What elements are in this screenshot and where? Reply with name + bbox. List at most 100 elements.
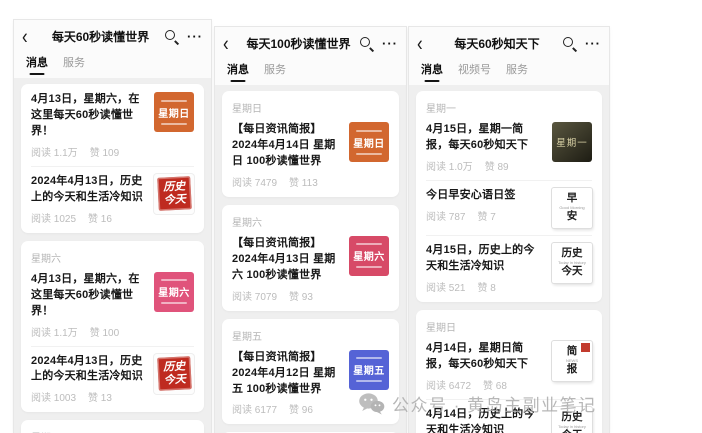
item-meta: 阅读 7479赞 113	[232, 174, 341, 189]
history-seal-thumb: 历史今天	[154, 354, 194, 394]
item-title: 2024年4月13日，历史上的今天和生活冷知识	[31, 354, 146, 386]
thumb-text-top: 历史	[562, 412, 583, 424]
more-icon[interactable]: ···	[585, 37, 601, 50]
item-meta: 阅读 6177赞 96	[232, 401, 341, 416]
list-item[interactable]: 4月14日，星期日简报，每天60秒知天下阅读 6472赞 68 简NEWS报	[426, 341, 592, 392]
like-count: 赞 13	[88, 389, 112, 404]
section-label: 星期五	[31, 429, 194, 433]
header-icons: ···	[359, 36, 398, 50]
panel-header: ‹ 每天60秒知天下 ··· 消息视频号服务	[409, 27, 609, 85]
item-title: 4月15日，历史上的今天和生活冷知识	[426, 243, 544, 275]
red-corner-badge	[581, 343, 590, 352]
like-count: 赞 16	[88, 210, 112, 225]
panel-title: 每天60秒读懂世界	[42, 28, 159, 45]
list-item[interactable]: 【每日资讯简报】2024年4月13日 星期六 100秒读懂世界阅读 7079赞 …	[232, 236, 389, 303]
item-main: 4月15日，星期一简报，每天60秒知天下阅读 1.0万赞 89	[426, 122, 544, 173]
tab-bar: 消息服务	[223, 54, 398, 85]
read-count: 阅读 1.1万	[31, 324, 78, 339]
list-item[interactable]: 4月13日，星期六，在这里每天60秒读懂世界！阅读 1.1万赞 100 星期六	[31, 272, 194, 339]
tab-messages[interactable]: 消息	[227, 61, 249, 77]
tab-messages[interactable]: 消息	[26, 54, 48, 70]
item-meta: 阅读 521赞 8	[426, 279, 544, 294]
search-icon[interactable]	[164, 29, 178, 43]
message-list: 星期一4月15日，星期一简报，每天60秒知天下阅读 1.0万赞 89 星期一今日早…	[409, 85, 609, 433]
item-title: 2024年4月13日，历史上的今天和生活冷知识	[31, 174, 146, 206]
news-brief-thumb: 简NEWS报	[552, 341, 592, 381]
list-item[interactable]: 4月15日，历史上的今天和生活冷知识阅读 521赞 8历史Today in hi…	[426, 235, 592, 294]
item-meta: 阅读 7079赞 93	[232, 288, 341, 303]
message-card: 星期五【每日资讯简报】2024年4月12日 星期五 100秒读懂世界阅读 617…	[222, 319, 399, 425]
item-main: 4月13日，星期六，在这里每天60秒读懂世界！阅读 1.1万赞 100	[31, 272, 146, 339]
section-label: 星期日	[426, 319, 592, 334]
list-item[interactable]: 4月14日，历史上的今天和生活冷知识阅读 436赞 8历史Today in hi…	[426, 399, 592, 433]
panel-header: ‹ 每天100秒读懂世界 ··· 消息服务	[215, 27, 406, 85]
stage: 公众号 · 黄岛主副业笔记 ‹每天60秒读懂世界···消息服务4月13日，星期六…	[0, 0, 702, 433]
item-main: 4月15日，历史上的今天和生活冷知识阅读 521赞 8	[426, 243, 544, 294]
item-meta: 阅读 6472赞 68	[426, 377, 544, 392]
tab-channels[interactable]: 视频号	[458, 61, 491, 77]
list-item[interactable]: 4月15日，星期一简报，每天60秒知天下阅读 1.0万赞 89 星期一	[426, 122, 592, 173]
item-meta: 阅读 1.0万赞 89	[426, 158, 544, 173]
header-icons: ···	[562, 36, 601, 50]
like-count: 赞 96	[289, 401, 313, 416]
panel-3: ‹每天60秒知天下···消息视频号服务星期一4月15日，星期一简报，每天60秒知…	[409, 27, 609, 433]
thumb-decor	[356, 243, 382, 245]
back-icon[interactable]: ‹	[22, 25, 36, 46]
weekday-thumb-friday: 星期五	[349, 350, 389, 390]
thumb-text: 星期六	[158, 284, 190, 299]
item-main: 2024年4月13日，历史上的今天和生活冷知识阅读 1003 赞 13	[31, 354, 146, 405]
tab-services[interactable]: 服务	[264, 61, 286, 77]
seal-text-top: 历史	[162, 360, 185, 374]
morning-thumb: 早Good Morning安	[552, 188, 592, 228]
list-item[interactable]: 今日早安心语日签阅读 787赞 7早Good Morning安	[426, 180, 592, 228]
read-count: 阅读 521	[426, 279, 465, 294]
more-icon[interactable]: ···	[187, 30, 203, 43]
list-item[interactable]: 【每日资讯简报】2024年4月14日 星期日 100秒读懂世界阅读 7479赞 …	[232, 122, 389, 189]
list-item[interactable]: 4月13日，星期六，在这里每天60秒读懂世界！阅读 1.1万赞 109星期日	[31, 92, 194, 159]
list-item[interactable]: 2024年4月13日，历史上的今天和生活冷知识阅读 1003 赞 13 历史今天	[31, 346, 194, 405]
history-seal-thumb: 历史今天	[154, 174, 194, 214]
thumb-text-bottom: 安	[567, 211, 578, 223]
header-icons: ···	[164, 29, 203, 43]
message-card: 星期五4月12日，星期五，在这里每天60秒读懂世界！阅读 1.3万赞 120星期…	[21, 420, 204, 433]
header-row: ‹ 每天100秒读懂世界 ···	[223, 32, 398, 54]
section-label: 星期六	[31, 250, 194, 265]
panel-title: 每天60秒知天下	[437, 35, 557, 52]
history-thumb: 历史Today in history今天	[552, 407, 592, 433]
item-title: 4月13日，星期六，在这里每天60秒读懂世界！	[31, 92, 146, 140]
weekday-thumb-sunday: 星期日	[154, 92, 194, 132]
weekday-thumb-sunday: 星期日	[349, 122, 389, 162]
item-main: 【每日资讯简报】2024年4月12日 星期五 100秒读懂世界阅读 6177赞 …	[232, 350, 341, 417]
search-icon[interactable]	[359, 36, 373, 50]
read-count: 阅读 6472	[426, 377, 471, 392]
list-item[interactable]: 2024年4月13日，历史上的今天和生活冷知识阅读 1025赞 16历史今天	[31, 166, 194, 225]
thumb-decor	[356, 357, 382, 359]
message-card: 4月13日，星期六，在这里每天60秒读懂世界！阅读 1.1万赞 109星期日 20…	[21, 84, 204, 233]
section-label: 星期日	[232, 100, 389, 115]
more-icon[interactable]: ···	[382, 37, 398, 50]
list-item[interactable]: 【每日资讯简报】2024年4月12日 星期五 100秒读懂世界阅读 6177赞 …	[232, 350, 389, 417]
item-title: 【每日资讯简报】2024年4月14日 星期日 100秒读懂世界	[232, 122, 341, 170]
header-row: ‹ 每天60秒读懂世界 ···	[22, 25, 203, 47]
message-card: 星期一4月15日，星期一简报，每天60秒知天下阅读 1.0万赞 89 星期一今日早…	[416, 91, 602, 302]
back-icon[interactable]: ‹	[417, 32, 431, 53]
item-title: 4月14日，星期日简报，每天60秒知天下	[426, 341, 544, 373]
search-icon[interactable]	[562, 36, 576, 50]
item-main: 4月13日，星期六，在这里每天60秒读懂世界！阅读 1.1万赞 109	[31, 92, 146, 159]
weekday-thumb-saturday: 星期六	[154, 272, 194, 312]
panel-1: ‹ 每天60秒读懂世界 ··· 消息服务 4月13日，星期六，在这里每天60秒读懂世界！…	[14, 20, 211, 433]
tab-messages[interactable]: 消息	[421, 61, 443, 77]
read-count: 阅读 1003	[31, 389, 76, 404]
tab-services[interactable]: 服务	[506, 61, 528, 77]
read-count: 阅读 1.0万	[426, 158, 473, 173]
item-main: 【每日资讯简报】2024年4月13日 星期六 100秒读懂世界阅读 7079赞 …	[232, 236, 341, 303]
seal-face: 历史今天	[157, 356, 192, 391]
thumb-decor	[356, 153, 382, 155]
panel-title: 每天100秒读懂世界	[243, 35, 354, 52]
thumb-text-top: 历史	[562, 248, 583, 260]
tab-services[interactable]: 服务	[63, 54, 85, 70]
back-icon[interactable]: ‹	[223, 32, 237, 53]
message-card: 星期日【每日资讯简报】2024年4月14日 星期日 100秒读懂世界阅读 747…	[222, 91, 399, 197]
thumb-text: 星期一	[556, 135, 588, 149]
like-count: 赞 89	[485, 158, 509, 173]
